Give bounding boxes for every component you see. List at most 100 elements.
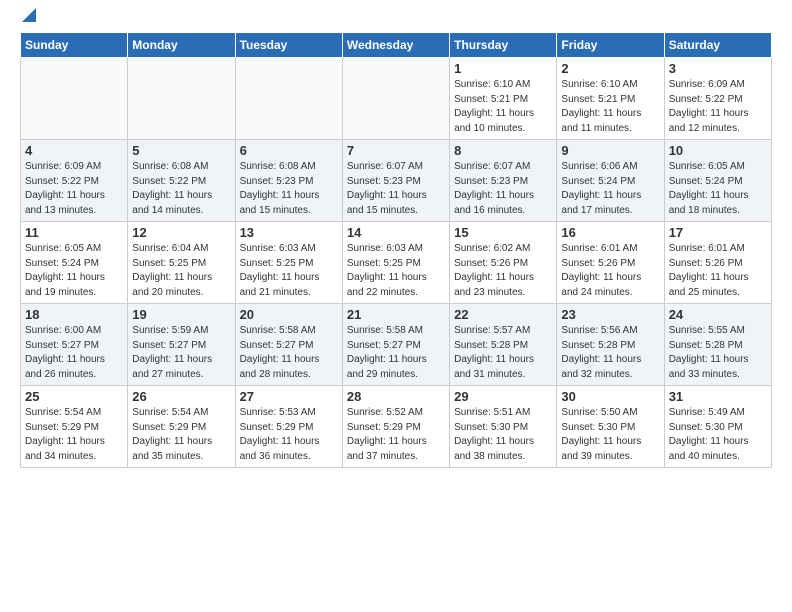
- day-number: 12: [132, 225, 230, 240]
- weekday-header-saturday: Saturday: [664, 33, 771, 58]
- day-info: Sunrise: 5:55 AM Sunset: 5:28 PM Dayligh…: [669, 324, 767, 382]
- day-number: 14: [347, 225, 445, 240]
- day-number: 28: [347, 389, 445, 404]
- weekday-header-monday: Monday: [128, 33, 235, 58]
- weekday-header-thursday: Thursday: [450, 33, 557, 58]
- day-number: 19: [132, 307, 230, 322]
- header: [20, 16, 772, 22]
- calendar-cell: 9 Sunrise: 6:06 AM Sunset: 5:24 PM Daylig…: [557, 140, 664, 222]
- day-info: Sunrise: 6:07 AM Sunset: 5:23 PM Dayligh…: [347, 160, 445, 218]
- calendar-cell: 26 Sunrise: 5:54 AM Sunset: 5:29 PM Dayli…: [128, 386, 235, 468]
- calendar-cell: 12 Sunrise: 6:04 AM Sunset: 5:25 PM Dayli…: [128, 222, 235, 304]
- day-info: Sunrise: 6:03 AM Sunset: 5:25 PM Dayligh…: [240, 242, 338, 300]
- day-info: Sunrise: 6:05 AM Sunset: 5:24 PM Dayligh…: [669, 160, 767, 218]
- day-number: 5: [132, 143, 230, 158]
- day-info: Sunrise: 6:04 AM Sunset: 5:25 PM Dayligh…: [132, 242, 230, 300]
- week-row-3: 11 Sunrise: 6:05 AM Sunset: 5:24 PM Dayli…: [21, 222, 772, 304]
- day-info: Sunrise: 6:05 AM Sunset: 5:24 PM Dayligh…: [25, 242, 123, 300]
- day-info: Sunrise: 5:52 AM Sunset: 5:29 PM Dayligh…: [347, 406, 445, 464]
- calendar-cell: 1Sunrise: 6:10 AM Sunset: 5:21 PM Daylig…: [450, 58, 557, 140]
- day-info: Sunrise: 5:54 AM Sunset: 5:29 PM Dayligh…: [132, 406, 230, 464]
- day-info: Sunrise: 6:09 AM Sunset: 5:22 PM Dayligh…: [669, 78, 767, 136]
- calendar-cell: 15 Sunrise: 6:02 AM Sunset: 5:26 PM Dayli…: [450, 222, 557, 304]
- calendar-cell: 6Sunrise: 6:08 AM Sunset: 5:23 PM Daylig…: [235, 140, 342, 222]
- day-number: 8: [454, 143, 552, 158]
- calendar-cell: 3 Sunrise: 6:09 AM Sunset: 5:22 PM Daylig…: [664, 58, 771, 140]
- day-number: 27: [240, 389, 338, 404]
- calendar-cell: 2Sunrise: 6:10 AM Sunset: 5:21 PM Daylig…: [557, 58, 664, 140]
- calendar-cell: [128, 58, 235, 140]
- day-number: 11: [25, 225, 123, 240]
- week-row-4: 18 Sunrise: 6:00 AM Sunset: 5:27 PM Dayli…: [21, 304, 772, 386]
- calendar-cell: 28 Sunrise: 5:52 AM Sunset: 5:29 PM Dayli…: [342, 386, 449, 468]
- calendar-cell: [21, 58, 128, 140]
- day-number: 31: [669, 389, 767, 404]
- calendar-cell: 20 Sunrise: 5:58 AM Sunset: 5:27 PM Dayli…: [235, 304, 342, 386]
- calendar-cell: 21 Sunrise: 5:58 AM Sunset: 5:27 PM Dayli…: [342, 304, 449, 386]
- calendar-cell: 17 Sunrise: 6:01 AM Sunset: 5:26 PM Dayli…: [664, 222, 771, 304]
- calendar-cell: 24 Sunrise: 5:55 AM Sunset: 5:28 PM Dayli…: [664, 304, 771, 386]
- week-row-1: 1Sunrise: 6:10 AM Sunset: 5:21 PM Daylig…: [21, 58, 772, 140]
- day-info: Sunrise: 5:57 AM Sunset: 5:28 PM Dayligh…: [454, 324, 552, 382]
- day-info: Sunrise: 6:10 AM Sunset: 5:21 PM Dayligh…: [454, 78, 552, 136]
- day-number: 25: [25, 389, 123, 404]
- calendar-cell: 5 Sunrise: 6:08 AM Sunset: 5:22 PM Daylig…: [128, 140, 235, 222]
- calendar-cell: 27 Sunrise: 5:53 AM Sunset: 5:29 PM Dayli…: [235, 386, 342, 468]
- day-info: Sunrise: 5:58 AM Sunset: 5:27 PM Dayligh…: [240, 324, 338, 382]
- day-info: Sunrise: 5:58 AM Sunset: 5:27 PM Dayligh…: [347, 324, 445, 382]
- day-number: 26: [132, 389, 230, 404]
- calendar-cell: 4Sunrise: 6:09 AM Sunset: 5:22 PM Daylig…: [21, 140, 128, 222]
- calendar-cell: 18 Sunrise: 6:00 AM Sunset: 5:27 PM Dayli…: [21, 304, 128, 386]
- day-number: 3: [669, 61, 767, 76]
- day-info: Sunrise: 5:49 AM Sunset: 5:30 PM Dayligh…: [669, 406, 767, 464]
- page: SundayMondayTuesdayWednesdayThursdayFrid…: [0, 0, 792, 612]
- weekday-header-row: SundayMondayTuesdayWednesdayThursdayFrid…: [21, 33, 772, 58]
- day-info: Sunrise: 6:02 AM Sunset: 5:26 PM Dayligh…: [454, 242, 552, 300]
- day-info: Sunrise: 6:03 AM Sunset: 5:25 PM Dayligh…: [347, 242, 445, 300]
- day-number: 6: [240, 143, 338, 158]
- logo: [20, 16, 36, 22]
- calendar-cell: 22Sunrise: 5:57 AM Sunset: 5:28 PM Dayli…: [450, 304, 557, 386]
- calendar-cell: 14 Sunrise: 6:03 AM Sunset: 5:25 PM Dayli…: [342, 222, 449, 304]
- calendar-cell: 25Sunrise: 5:54 AM Sunset: 5:29 PM Dayli…: [21, 386, 128, 468]
- day-info: Sunrise: 6:08 AM Sunset: 5:22 PM Dayligh…: [132, 160, 230, 218]
- calendar-cell: 29Sunrise: 5:51 AM Sunset: 5:30 PM Dayli…: [450, 386, 557, 468]
- weekday-header-friday: Friday: [557, 33, 664, 58]
- day-info: Sunrise: 6:01 AM Sunset: 5:26 PM Dayligh…: [561, 242, 659, 300]
- day-number: 15: [454, 225, 552, 240]
- week-row-5: 25 Sunrise: 5:54 AM Sunset: 5:29 PM Dayli…: [21, 386, 772, 468]
- calendar-cell: [342, 58, 449, 140]
- calendar-cell: 11 Sunrise: 6:05 AM Sunset: 5:24 PM Dayli…: [21, 222, 128, 304]
- day-number: 20: [240, 307, 338, 322]
- day-number: 10: [669, 143, 767, 158]
- week-row-2: 4Sunrise: 6:09 AM Sunset: 5:22 PM Daylig…: [21, 140, 772, 222]
- day-info: Sunrise: 5:59 AM Sunset: 5:27 PM Dayligh…: [132, 324, 230, 382]
- calendar-cell: 23Sunrise: 5:56 AM Sunset: 5:28 PM Dayli…: [557, 304, 664, 386]
- day-info: Sunrise: 6:01 AM Sunset: 5:26 PM Dayligh…: [669, 242, 767, 300]
- calendar-cell: 31 Sunrise: 5:49 AM Sunset: 5:30 PM Dayli…: [664, 386, 771, 468]
- day-info: Sunrise: 6:09 AM Sunset: 5:22 PM Dayligh…: [25, 160, 123, 218]
- day-number: 9: [561, 143, 659, 158]
- day-info: Sunrise: 6:00 AM Sunset: 5:27 PM Dayligh…: [25, 324, 123, 382]
- calendar-cell: 16Sunrise: 6:01 AM Sunset: 5:26 PM Dayli…: [557, 222, 664, 304]
- day-number: 2: [561, 61, 659, 76]
- day-number: 13: [240, 225, 338, 240]
- day-number: 18: [25, 307, 123, 322]
- weekday-header-wednesday: Wednesday: [342, 33, 449, 58]
- logo-triangle-icon: [22, 8, 36, 22]
- day-number: 21: [347, 307, 445, 322]
- day-number: 23: [561, 307, 659, 322]
- day-info: Sunrise: 5:50 AM Sunset: 5:30 PM Dayligh…: [561, 406, 659, 464]
- day-info: Sunrise: 5:53 AM Sunset: 5:29 PM Dayligh…: [240, 406, 338, 464]
- calendar-cell: 8Sunrise: 6:07 AM Sunset: 5:23 PM Daylig…: [450, 140, 557, 222]
- calendar-cell: 7Sunrise: 6:07 AM Sunset: 5:23 PM Daylig…: [342, 140, 449, 222]
- day-info: Sunrise: 6:06 AM Sunset: 5:24 PM Dayligh…: [561, 160, 659, 218]
- day-number: 24: [669, 307, 767, 322]
- day-number: 17: [669, 225, 767, 240]
- day-number: 30: [561, 389, 659, 404]
- weekday-header-sunday: Sunday: [21, 33, 128, 58]
- day-number: 29: [454, 389, 552, 404]
- calendar-table: SundayMondayTuesdayWednesdayThursdayFrid…: [20, 32, 772, 468]
- calendar-cell: 13 Sunrise: 6:03 AM Sunset: 5:25 PM Dayli…: [235, 222, 342, 304]
- calendar-cell: 19 Sunrise: 5:59 AM Sunset: 5:27 PM Dayli…: [128, 304, 235, 386]
